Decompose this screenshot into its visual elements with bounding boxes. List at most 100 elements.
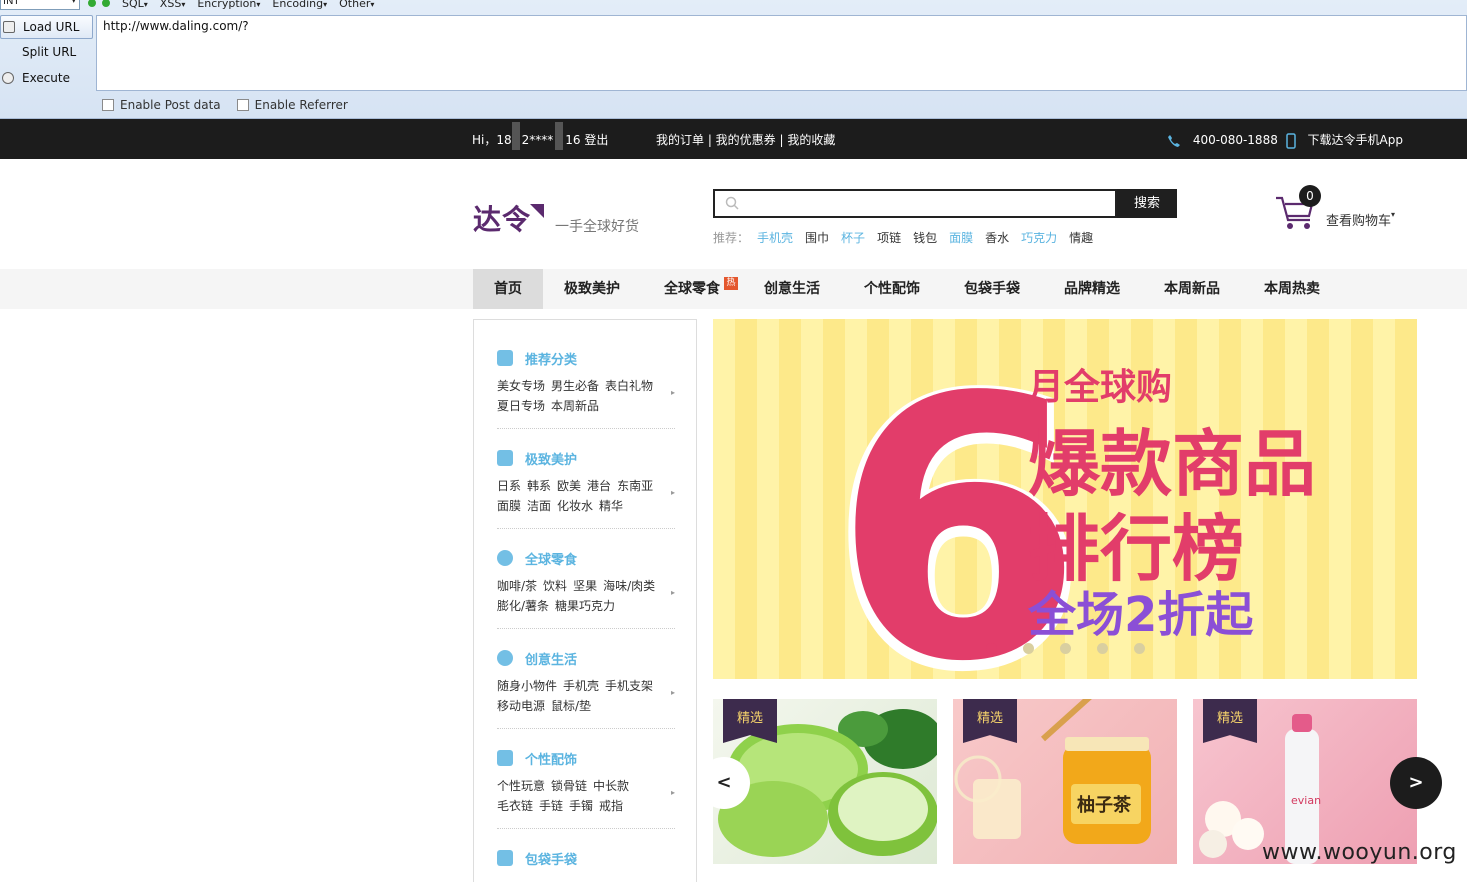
int-select[interactable]: INT xyxy=(0,0,80,10)
nav-accessories[interactable]: 个性配饰 xyxy=(852,269,932,309)
category-link[interactable]: 港台 xyxy=(587,479,611,493)
hot-search-words: 推荐： 手机壳 围巾 杯子 项链 钱包 面膜 香水 巧克力 情趣 xyxy=(713,229,1093,246)
banner-dot-1[interactable] xyxy=(986,643,997,654)
nav-beauty[interactable]: 极致美护 xyxy=(552,269,632,309)
category-link[interactable]: 东南亚 xyxy=(617,479,653,493)
category-link[interactable]: 夏日专场 xyxy=(497,399,545,413)
hot-word[interactable]: 杯子 xyxy=(841,229,865,246)
hot-word[interactable]: 项链 xyxy=(877,229,901,246)
banner-dot-4[interactable] xyxy=(1097,643,1108,654)
split-url-button[interactable]: Split URL xyxy=(0,39,94,65)
category-link[interactable]: 日系 xyxy=(497,479,521,493)
category-heading[interactable]: 包袋手袋 xyxy=(497,848,675,868)
enable-post-data-checkbox[interactable]: Enable Post data xyxy=(102,98,221,112)
category-arrow-icon: ▸ xyxy=(670,488,675,497)
banner-dot-5[interactable] xyxy=(1134,643,1145,654)
user-greeting: Hi，18 2**** 16 登出 xyxy=(472,121,608,150)
logout-link[interactable]: 16 登出 xyxy=(565,133,608,147)
site-logo[interactable]: 达令 xyxy=(473,198,531,238)
category-link[interactable]: 个性玩意 xyxy=(497,779,545,793)
search-input[interactable] xyxy=(713,189,1117,218)
category-link[interactable]: 毛衣链 xyxy=(497,799,533,813)
category-link[interactable]: 饮料 xyxy=(543,579,567,593)
category-link[interactable]: 男生必备 xyxy=(551,379,599,393)
nav-new-this-week[interactable]: 本周新品 xyxy=(1152,269,1232,309)
mobile-icon xyxy=(1285,132,1296,149)
banner-dot-2[interactable] xyxy=(1023,643,1034,654)
nav-home[interactable]: 首页 xyxy=(473,269,543,309)
category-heading[interactable]: 推荐分类 xyxy=(497,348,675,368)
download-app-link[interactable]: 下载达令手机App xyxy=(1308,133,1403,147)
nav-bags[interactable]: 包袋手袋 xyxy=(952,269,1032,309)
hot-word[interactable]: 香水 xyxy=(985,229,1009,246)
other-menu[interactable]: Other xyxy=(339,0,374,10)
nav-snacks[interactable]: 全球零食 xyxy=(652,269,732,309)
hot-word[interactable]: 钱包 xyxy=(913,229,937,246)
search-button[interactable]: 搜索 xyxy=(1117,189,1177,218)
category-heading[interactable]: 全球零食 xyxy=(497,548,675,568)
category-link[interactable]: 移动电源 xyxy=(497,699,545,713)
category-link[interactable]: 手镯 xyxy=(569,799,593,813)
enable-referrer-checkbox[interactable]: Enable Referrer xyxy=(236,98,348,112)
green-plus-icon[interactable] xyxy=(102,0,110,7)
category-link[interactable]: 本周新品 xyxy=(551,399,599,413)
carousel-next-button[interactable]: > xyxy=(1390,757,1442,809)
account-links[interactable]: 我的订单 | 我的优惠券 | 我的收藏 xyxy=(656,131,835,148)
category-heading[interactable]: 个性配饰 xyxy=(497,748,675,768)
category-link[interactable]: 美女专场 xyxy=(497,379,545,393)
carousel-prev-button[interactable]: < xyxy=(698,757,750,809)
category-links: 个性玩意 锁骨链 中长款毛衣链 手链 手镯 戒指 xyxy=(497,776,667,816)
sql-menu[interactable]: SQL xyxy=(122,0,148,10)
category-link[interactable]: 咖啡/茶 xyxy=(497,579,537,593)
category-arrow-icon: ▸ xyxy=(670,588,675,597)
view-cart-link[interactable]: 查看购物车▾ xyxy=(1326,210,1395,229)
category-arrow-icon: ▸ xyxy=(670,388,675,397)
category-link[interactable]: 精华 xyxy=(599,499,623,513)
nav-creative-life[interactable]: 创意生活 xyxy=(752,269,832,309)
logo-mark-icon xyxy=(530,204,544,218)
category-link[interactable]: 坚果 xyxy=(573,579,597,593)
lipstick-icon xyxy=(497,450,513,466)
load-url-button[interactable]: Load URL xyxy=(0,15,93,39)
category-link[interactable]: 韩系 xyxy=(527,479,551,493)
category-link[interactable]: 糖果巧克力 xyxy=(555,599,615,613)
promo-banner[interactable]: 6 6 月全球购 爆款商品 排行榜 全场2折起 xyxy=(713,319,1417,679)
nav-hot-this-week[interactable]: 本周热卖 xyxy=(1252,269,1332,309)
category-link[interactable]: 中长款 xyxy=(593,779,629,793)
category-link[interactable]: 表白礼物 xyxy=(605,379,653,393)
category-link[interactable]: 戒指 xyxy=(599,799,623,813)
hot-word[interactable]: 巧克力 xyxy=(1021,229,1057,246)
nav-brands[interactable]: 品牌精选 xyxy=(1052,269,1132,309)
category-link[interactable]: 随身小物件 xyxy=(497,679,557,693)
category-heading[interactable]: 极致美护 xyxy=(497,448,675,468)
category-link[interactable]: 海味/肉类 xyxy=(603,579,655,593)
category-link[interactable]: 鼠标/垫 xyxy=(551,699,591,713)
banner-dot-3[interactable] xyxy=(1060,643,1071,654)
green-minus-icon[interactable] xyxy=(88,0,96,7)
category-link[interactable]: 锁骨链 xyxy=(551,779,587,793)
hot-word[interactable]: 围巾 xyxy=(805,229,829,246)
encoding-menu[interactable]: Encoding xyxy=(272,0,327,10)
banner-line4: 全场2折起 xyxy=(1027,587,1254,643)
hot-word[interactable]: 情趣 xyxy=(1069,229,1093,246)
execute-button[interactable]: Execute xyxy=(0,65,94,91)
category-heading[interactable]: 创意生活 xyxy=(497,648,675,668)
hot-word[interactable]: 手机壳 xyxy=(757,229,793,246)
encryption-menu[interactable]: Encryption xyxy=(197,0,260,10)
category-links: 咖啡/茶 饮料 坚果 海味/肉类膨化/薯条 糖果巧克力 xyxy=(497,576,667,616)
bottle-label: evian xyxy=(1291,794,1321,807)
category-link[interactable]: 膨化/薯条 xyxy=(497,599,549,613)
product-card-citron-tea[interactable]: 柚子茶 精选 xyxy=(953,699,1177,864)
category-divider xyxy=(497,628,675,629)
lightbulb-icon xyxy=(497,650,513,666)
category-link[interactable]: 化妆水 xyxy=(557,499,593,513)
category-link[interactable]: 手链 xyxy=(539,799,563,813)
category-link[interactable]: 手机壳 xyxy=(563,679,599,693)
url-textarea[interactable]: http://www.daling.com/? xyxy=(96,15,1467,91)
xss-menu[interactable]: XSS xyxy=(160,0,186,10)
category-link[interactable]: 面膜 xyxy=(497,499,521,513)
category-link[interactable]: 手机支架 xyxy=(605,679,653,693)
hot-word[interactable]: 面膜 xyxy=(949,229,973,246)
category-link[interactable]: 欧美 xyxy=(557,479,581,493)
category-link[interactable]: 洁面 xyxy=(527,499,551,513)
